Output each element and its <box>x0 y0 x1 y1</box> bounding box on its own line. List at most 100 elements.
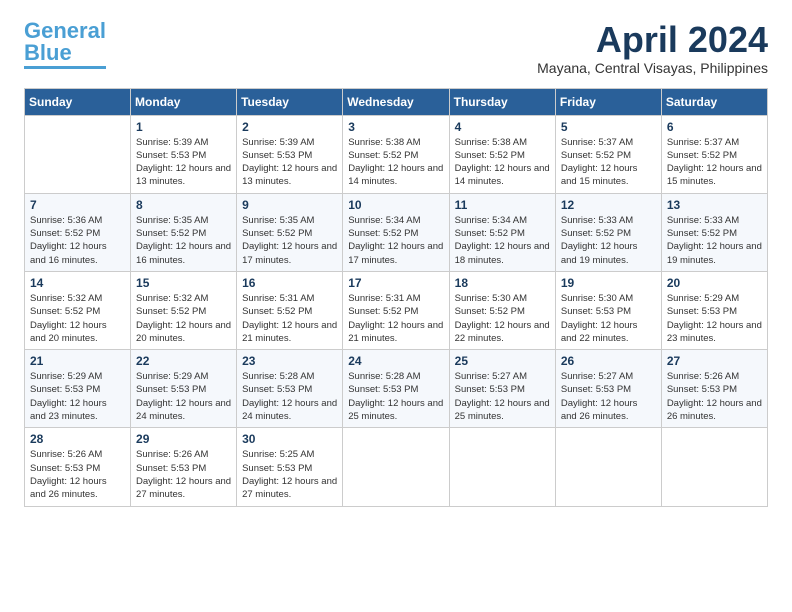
day-info: Sunrise: 5:31 AM Sunset: 5:52 PM Dayligh… <box>348 292 443 345</box>
day-info: Sunrise: 5:37 AM Sunset: 5:52 PM Dayligh… <box>561 136 656 189</box>
day-number: 29 <box>136 432 231 446</box>
logo: General Blue <box>24 20 106 69</box>
day-info: Sunrise: 5:27 AM Sunset: 5:53 PM Dayligh… <box>561 370 656 423</box>
logo-blue: Blue <box>24 40 72 65</box>
calendar-week-row: 1 Sunrise: 5:39 AM Sunset: 5:53 PM Dayli… <box>25 115 768 193</box>
day-number: 28 <box>30 432 125 446</box>
calendar-cell: 12 Sunrise: 5:33 AM Sunset: 5:52 PM Dayl… <box>555 193 661 271</box>
day-info: Sunrise: 5:29 AM Sunset: 5:53 PM Dayligh… <box>136 370 231 423</box>
calendar-cell: 30 Sunrise: 5:25 AM Sunset: 5:53 PM Dayl… <box>237 428 343 506</box>
calendar-cell <box>449 428 555 506</box>
calendar-cell: 17 Sunrise: 5:31 AM Sunset: 5:52 PM Dayl… <box>343 271 449 349</box>
day-info: Sunrise: 5:31 AM Sunset: 5:52 PM Dayligh… <box>242 292 337 345</box>
day-number: 23 <box>242 354 337 368</box>
day-info: Sunrise: 5:37 AM Sunset: 5:52 PM Dayligh… <box>667 136 762 189</box>
day-number: 12 <box>561 198 656 212</box>
day-number: 11 <box>455 198 550 212</box>
day-info: Sunrise: 5:26 AM Sunset: 5:53 PM Dayligh… <box>136 448 231 501</box>
calendar-cell: 7 Sunrise: 5:36 AM Sunset: 5:52 PM Dayli… <box>25 193 131 271</box>
day-number: 7 <box>30 198 125 212</box>
calendar-week-row: 7 Sunrise: 5:36 AM Sunset: 5:52 PM Dayli… <box>25 193 768 271</box>
day-number: 5 <box>561 120 656 134</box>
calendar-header-row: SundayMondayTuesdayWednesdayThursdayFrid… <box>25 88 768 115</box>
page-header: General Blue April 2024 Mayana, Central … <box>24 20 768 76</box>
day-number: 17 <box>348 276 443 290</box>
day-header-tuesday: Tuesday <box>237 88 343 115</box>
calendar-week-row: 28 Sunrise: 5:26 AM Sunset: 5:53 PM Dayl… <box>25 428 768 506</box>
day-info: Sunrise: 5:34 AM Sunset: 5:52 PM Dayligh… <box>348 214 443 267</box>
location: Mayana, Central Visayas, Philippines <box>537 60 768 76</box>
day-info: Sunrise: 5:26 AM Sunset: 5:53 PM Dayligh… <box>30 448 125 501</box>
calendar-cell: 11 Sunrise: 5:34 AM Sunset: 5:52 PM Dayl… <box>449 193 555 271</box>
calendar-cell: 19 Sunrise: 5:30 AM Sunset: 5:53 PM Dayl… <box>555 271 661 349</box>
day-header-wednesday: Wednesday <box>343 88 449 115</box>
calendar-cell: 4 Sunrise: 5:38 AM Sunset: 5:52 PM Dayli… <box>449 115 555 193</box>
day-info: Sunrise: 5:39 AM Sunset: 5:53 PM Dayligh… <box>136 136 231 189</box>
day-number: 8 <box>136 198 231 212</box>
day-number: 3 <box>348 120 443 134</box>
calendar-cell: 9 Sunrise: 5:35 AM Sunset: 5:52 PM Dayli… <box>237 193 343 271</box>
day-header-friday: Friday <box>555 88 661 115</box>
day-info: Sunrise: 5:33 AM Sunset: 5:52 PM Dayligh… <box>561 214 656 267</box>
day-number: 18 <box>455 276 550 290</box>
day-info: Sunrise: 5:38 AM Sunset: 5:52 PM Dayligh… <box>455 136 550 189</box>
calendar-cell: 23 Sunrise: 5:28 AM Sunset: 5:53 PM Dayl… <box>237 350 343 428</box>
day-header-saturday: Saturday <box>661 88 767 115</box>
day-info: Sunrise: 5:38 AM Sunset: 5:52 PM Dayligh… <box>348 136 443 189</box>
day-number: 4 <box>455 120 550 134</box>
day-info: Sunrise: 5:26 AM Sunset: 5:53 PM Dayligh… <box>667 370 762 423</box>
day-number: 13 <box>667 198 762 212</box>
logo-text: General Blue <box>24 20 106 64</box>
day-info: Sunrise: 5:28 AM Sunset: 5:53 PM Dayligh… <box>348 370 443 423</box>
day-info: Sunrise: 5:25 AM Sunset: 5:53 PM Dayligh… <box>242 448 337 501</box>
day-number: 10 <box>348 198 443 212</box>
calendar-cell: 16 Sunrise: 5:31 AM Sunset: 5:52 PM Dayl… <box>237 271 343 349</box>
day-info: Sunrise: 5:33 AM Sunset: 5:52 PM Dayligh… <box>667 214 762 267</box>
calendar-cell <box>343 428 449 506</box>
day-info: Sunrise: 5:32 AM Sunset: 5:52 PM Dayligh… <box>136 292 231 345</box>
day-info: Sunrise: 5:29 AM Sunset: 5:53 PM Dayligh… <box>667 292 762 345</box>
calendar-cell: 3 Sunrise: 5:38 AM Sunset: 5:52 PM Dayli… <box>343 115 449 193</box>
calendar-cell: 29 Sunrise: 5:26 AM Sunset: 5:53 PM Dayl… <box>131 428 237 506</box>
day-number: 24 <box>348 354 443 368</box>
day-number: 16 <box>242 276 337 290</box>
day-info: Sunrise: 5:32 AM Sunset: 5:52 PM Dayligh… <box>30 292 125 345</box>
day-number: 2 <box>242 120 337 134</box>
calendar-cell: 13 Sunrise: 5:33 AM Sunset: 5:52 PM Dayl… <box>661 193 767 271</box>
day-info: Sunrise: 5:35 AM Sunset: 5:52 PM Dayligh… <box>136 214 231 267</box>
day-number: 20 <box>667 276 762 290</box>
day-number: 27 <box>667 354 762 368</box>
calendar-cell: 5 Sunrise: 5:37 AM Sunset: 5:52 PM Dayli… <box>555 115 661 193</box>
day-info: Sunrise: 5:34 AM Sunset: 5:52 PM Dayligh… <box>455 214 550 267</box>
day-info: Sunrise: 5:28 AM Sunset: 5:53 PM Dayligh… <box>242 370 337 423</box>
day-info: Sunrise: 5:29 AM Sunset: 5:53 PM Dayligh… <box>30 370 125 423</box>
calendar-cell: 20 Sunrise: 5:29 AM Sunset: 5:53 PM Dayl… <box>661 271 767 349</box>
day-info: Sunrise: 5:35 AM Sunset: 5:52 PM Dayligh… <box>242 214 337 267</box>
logo-underline <box>24 66 106 69</box>
day-header-sunday: Sunday <box>25 88 131 115</box>
day-number: 22 <box>136 354 231 368</box>
calendar-cell: 27 Sunrise: 5:26 AM Sunset: 5:53 PM Dayl… <box>661 350 767 428</box>
calendar-cell: 6 Sunrise: 5:37 AM Sunset: 5:52 PM Dayli… <box>661 115 767 193</box>
calendar-cell: 8 Sunrise: 5:35 AM Sunset: 5:52 PM Dayli… <box>131 193 237 271</box>
calendar-week-row: 21 Sunrise: 5:29 AM Sunset: 5:53 PM Dayl… <box>25 350 768 428</box>
day-number: 6 <box>667 120 762 134</box>
calendar-table: SundayMondayTuesdayWednesdayThursdayFrid… <box>24 88 768 507</box>
day-number: 26 <box>561 354 656 368</box>
day-number: 25 <box>455 354 550 368</box>
calendar-cell: 25 Sunrise: 5:27 AM Sunset: 5:53 PM Dayl… <box>449 350 555 428</box>
calendar-cell: 22 Sunrise: 5:29 AM Sunset: 5:53 PM Dayl… <box>131 350 237 428</box>
calendar-cell: 26 Sunrise: 5:27 AM Sunset: 5:53 PM Dayl… <box>555 350 661 428</box>
calendar-cell <box>661 428 767 506</box>
calendar-cell: 10 Sunrise: 5:34 AM Sunset: 5:52 PM Dayl… <box>343 193 449 271</box>
day-header-monday: Monday <box>131 88 237 115</box>
day-info: Sunrise: 5:36 AM Sunset: 5:52 PM Dayligh… <box>30 214 125 267</box>
calendar-cell: 18 Sunrise: 5:30 AM Sunset: 5:52 PM Dayl… <box>449 271 555 349</box>
calendar-cell: 1 Sunrise: 5:39 AM Sunset: 5:53 PM Dayli… <box>131 115 237 193</box>
calendar-cell: 21 Sunrise: 5:29 AM Sunset: 5:53 PM Dayl… <box>25 350 131 428</box>
calendar-cell: 2 Sunrise: 5:39 AM Sunset: 5:53 PM Dayli… <box>237 115 343 193</box>
day-number: 14 <box>30 276 125 290</box>
calendar-week-row: 14 Sunrise: 5:32 AM Sunset: 5:52 PM Dayl… <box>25 271 768 349</box>
day-info: Sunrise: 5:39 AM Sunset: 5:53 PM Dayligh… <box>242 136 337 189</box>
day-number: 21 <box>30 354 125 368</box>
